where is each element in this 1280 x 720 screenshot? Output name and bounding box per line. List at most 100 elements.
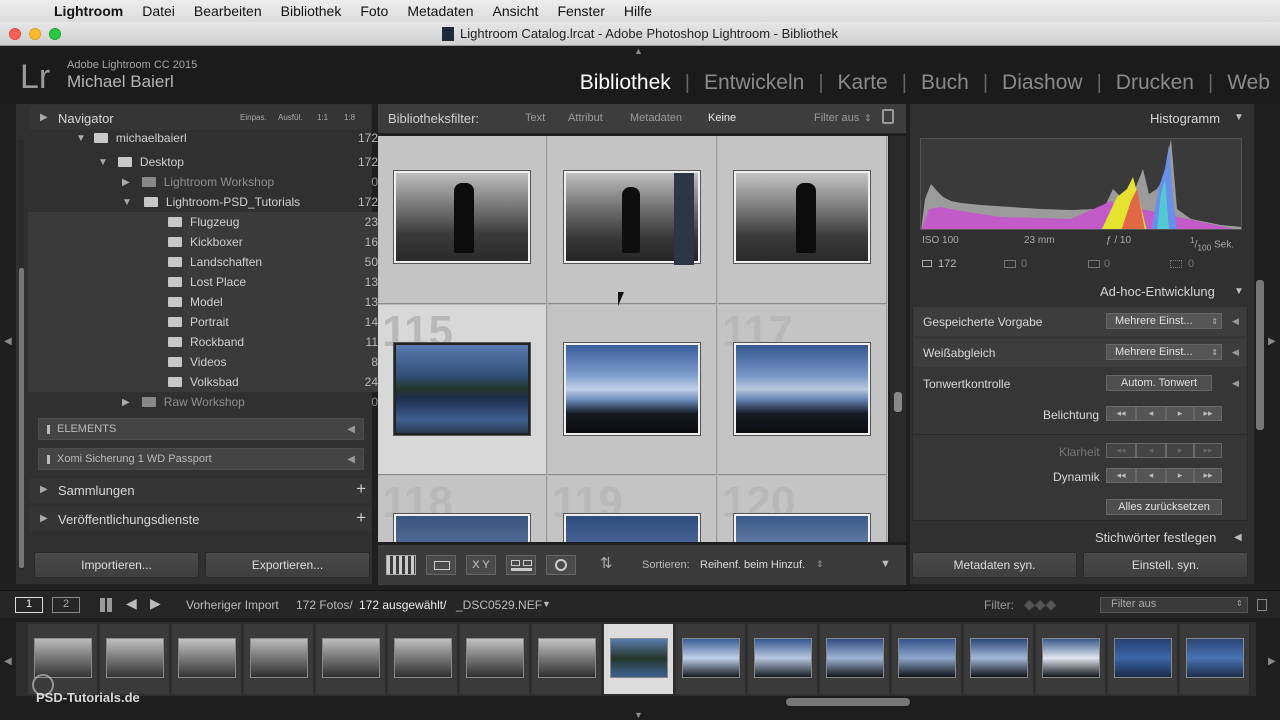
filmstrip-thumbnail[interactable] xyxy=(682,638,740,678)
module-diashow[interactable]: Diashow xyxy=(988,71,1097,95)
photo-thumbnail[interactable] xyxy=(734,171,870,263)
filmstrip-thumbnail[interactable] xyxy=(754,638,812,678)
filter-lock-icon[interactable] xyxy=(1257,599,1267,611)
zoom-window-button[interactable] xyxy=(49,28,61,40)
sort-dropdown[interactable]: Reihenf. beim Hinzuf. xyxy=(700,559,805,571)
menu-hilfe[interactable]: Hilfe xyxy=(624,3,652,19)
zoom-fit[interactable]: Einpas. xyxy=(240,113,267,122)
filmstrip-cell[interactable] xyxy=(460,624,530,694)
grid-scrollbar-thumb[interactable] xyxy=(894,392,902,412)
filmstrip-thumbnail[interactable] xyxy=(250,638,308,678)
filmstrip-cell[interactable] xyxy=(748,624,818,694)
filmstrip-thumbnail[interactable] xyxy=(970,638,1028,678)
back-arrow-icon[interactable]: ◀ xyxy=(126,595,137,612)
filmstrip-thumbnail[interactable] xyxy=(322,638,380,678)
photo-thumbnail[interactable] xyxy=(564,343,700,435)
filmstrip-thumbnail[interactable] xyxy=(34,638,92,678)
auto-tone-button[interactable]: Autom. Tonwert xyxy=(1106,375,1212,391)
filmstrip-cell[interactable] xyxy=(964,624,1034,694)
publish-header[interactable]: ▶ Veröffentlichungsdienste + xyxy=(30,507,370,531)
filmstrip-filter-dropdown[interactable]: Filter aus xyxy=(1100,597,1248,613)
survey-view-icon[interactable] xyxy=(506,555,536,575)
import-button[interactable]: Importieren... xyxy=(34,552,199,578)
filmstrip-thumbnail[interactable] xyxy=(538,638,596,678)
clarity-increase[interactable]: ▸ xyxy=(1166,443,1194,458)
filmstrip-left-arrow-icon[interactable]: ◀ xyxy=(4,656,12,667)
grid-cell-selected[interactable]: 115 xyxy=(378,305,547,475)
filmstrip-cell[interactable] xyxy=(820,624,890,694)
filmstrip-filename[interactable]: _DSC0529.NEF xyxy=(456,598,542,612)
sort-direction-icon[interactable]: ⇅ xyxy=(600,554,613,572)
photo-thumbnail[interactable] xyxy=(564,171,700,265)
grid-cell[interactable]: 118 xyxy=(378,476,547,542)
navigator-header[interactable]: ▶ Navigator Einpas. Ausfül. 1:1 1:8 xyxy=(30,106,370,130)
filmstrip-thumbnail[interactable] xyxy=(898,638,956,678)
folder-row[interactable]: Kickboxer 16 xyxy=(28,232,378,252)
filmstrip-cell[interactable] xyxy=(1108,624,1178,694)
bottom-panel-toggle-icon[interactable]: ▼ xyxy=(634,710,643,720)
expand-triangle-icon[interactable]: ◀ xyxy=(1232,378,1239,389)
loupe-view-icon[interactable] xyxy=(426,555,456,575)
vibrance-increase[interactable]: ▸ xyxy=(1166,468,1194,483)
right-panel-toggle-icon[interactable]: ▶ xyxy=(1268,336,1276,347)
folder-row[interactable]: ▼ michaelbaierl 172 xyxy=(28,132,378,144)
photo-thumbnail[interactable] xyxy=(734,514,870,542)
folder-row[interactable]: Portrait 14 xyxy=(28,312,378,332)
folder-row[interactable]: ▶ Raw Workshop 0 xyxy=(28,392,378,412)
people-view-icon[interactable] xyxy=(546,555,576,575)
filmstrip-cell[interactable] xyxy=(676,624,746,694)
filmstrip-thumbnail[interactable] xyxy=(1114,638,1172,678)
vibrance-increase-large[interactable]: ▸▸ xyxy=(1194,468,1222,483)
grid-view-icon[interactable] xyxy=(386,555,416,575)
folder-row[interactable]: ▶ Lightroom Workshop 0 xyxy=(28,172,378,192)
clarity-decrease-large[interactable]: ◂◂ xyxy=(1106,443,1136,458)
filmstrip-thumbnail[interactable] xyxy=(1186,638,1244,678)
menu-bearbeiten[interactable]: Bearbeiten xyxy=(194,3,262,19)
saved-preset-dropdown[interactable]: Mehrere Einst... ⇕ xyxy=(1106,313,1222,329)
filter-metadata[interactable]: Metadaten xyxy=(630,112,682,124)
expand-triangle-icon[interactable]: ▶ xyxy=(122,177,130,188)
sync-metadata-button[interactable]: Metadaten syn. xyxy=(912,552,1077,578)
folder-row[interactable]: Lost Place 13 xyxy=(28,272,378,292)
folder-row[interactable]: Flugzeug 23 xyxy=(28,212,378,232)
close-window-button[interactable] xyxy=(9,28,21,40)
menu-foto[interactable]: Foto xyxy=(360,3,388,19)
add-collection-icon[interactable]: + xyxy=(356,479,366,499)
grid-scrollbar[interactable] xyxy=(890,136,906,542)
collections-header[interactable]: ▶ Sammlungen + xyxy=(30,478,370,502)
keywording-title[interactable]: Stichwörter festlegen xyxy=(1095,530,1216,545)
sync-settings-button[interactable]: Einstell. syn. xyxy=(1083,552,1248,578)
filmstrip-cell[interactable] xyxy=(532,624,602,694)
window-2-button[interactable]: 2 xyxy=(52,597,80,613)
histogram-title[interactable]: Histogramm xyxy=(1150,111,1220,126)
zoom-fill[interactable]: Ausfül. xyxy=(278,113,302,122)
module-bibliothek[interactable]: Bibliothek xyxy=(566,71,685,95)
photo-thumbnail[interactable] xyxy=(394,343,530,435)
filmstrip-thumbnail[interactable] xyxy=(178,638,236,678)
minimize-window-button[interactable] xyxy=(29,28,41,40)
top-panel-toggle-icon[interactable]: ▲ xyxy=(634,46,643,56)
filmstrip-cell[interactable] xyxy=(316,624,386,694)
grid-cell[interactable] xyxy=(718,136,887,304)
grid-cell[interactable]: 117 xyxy=(718,305,887,475)
exposure-increase[interactable]: ▸ xyxy=(1166,406,1194,421)
zoom-1-1[interactable]: 1:1 xyxy=(317,113,328,122)
lock-icon[interactable] xyxy=(882,109,894,124)
filmstrip-cell[interactable] xyxy=(100,624,170,694)
filmstrip-cell[interactable] xyxy=(1036,624,1106,694)
exposure-decrease[interactable]: ◂ xyxy=(1136,406,1166,421)
collapse-triangle-icon[interactable]: ▼ xyxy=(98,157,108,168)
menu-app[interactable]: Lightroom xyxy=(54,3,123,19)
grid-cell[interactable]: 119 xyxy=(548,476,717,542)
compare-view-icon[interactable]: X Y xyxy=(466,555,496,575)
clarity-decrease[interactable]: ◂ xyxy=(1136,443,1166,458)
filmstrip-source[interactable]: Vorheriger Import xyxy=(186,598,279,612)
collapse-triangle-icon[interactable]: ▼ xyxy=(1234,286,1244,297)
vibrance-decrease[interactable]: ◂ xyxy=(1136,468,1166,483)
module-entwickeln[interactable]: Entwickeln xyxy=(690,71,818,95)
expand-triangle-icon[interactable]: ◀ xyxy=(1232,316,1239,327)
filmstrip-cell[interactable] xyxy=(172,624,242,694)
folder-row[interactable]: Volksbad 24 xyxy=(28,372,378,392)
module-karte[interactable]: Karte xyxy=(824,71,902,95)
left-panel-toggle-icon[interactable]: ◀ xyxy=(4,336,12,347)
